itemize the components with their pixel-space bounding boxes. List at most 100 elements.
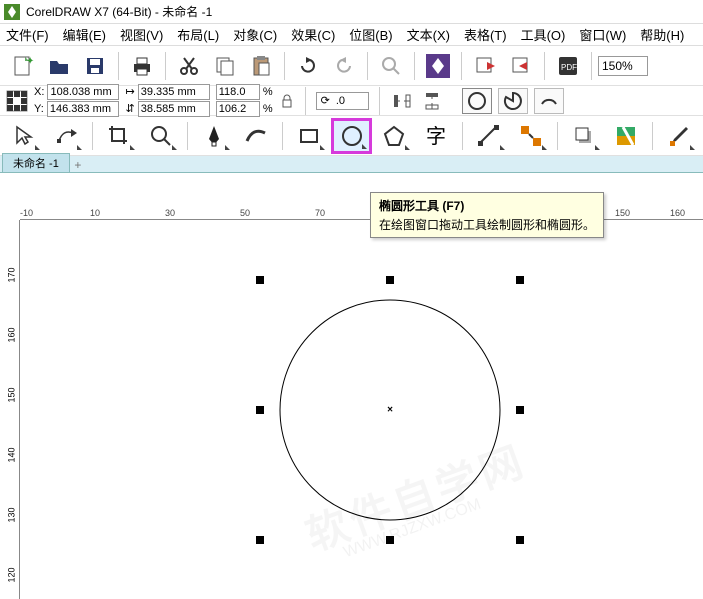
separator [284,52,285,80]
copy-button[interactable] [208,50,242,82]
position-anchor-icon[interactable] [6,90,28,112]
scale-y-input[interactable] [216,101,260,117]
launch-button[interactable] [421,50,455,82]
separator [414,52,415,80]
handle-w[interactable] [256,406,264,414]
lock-aspect-icon[interactable] [279,93,295,109]
transparency-tool[interactable] [606,118,646,154]
svg-text:PDF: PDF [561,63,577,72]
tooltip: 椭圆形工具 (F7) 在绘图窗口拖动工具绘制圆形和椭圆形。 [370,192,604,238]
save-button[interactable] [78,50,112,82]
menu-bar: 文件(F) 编辑(E) 视图(V) 布局(L) 对象(C) 效果(C) 位图(B… [0,24,703,46]
svg-text:字: 字 [426,125,446,148]
export-button[interactable] [504,50,538,82]
doc-tab[interactable]: 未命名 -1 [2,153,70,172]
menu-file[interactable]: 文件(F) [6,25,49,44]
canvas[interactable]: 软件自学网 WWW.RJZXW.COM × [20,220,703,599]
x-label: X: [34,86,44,98]
rotation-input[interactable] [334,93,364,109]
toolbox: 字 [0,116,703,156]
menu-view[interactable]: 视图(V) [120,25,163,44]
scale-x-input[interactable] [216,84,260,100]
separator [187,122,188,150]
document-tabs: 未命名 -1 + [0,156,703,173]
handle-s[interactable] [386,536,394,544]
tooltip-title: 椭圆形工具 (F7) [379,197,595,214]
title-bar: CorelDRAW X7 (64-Bit) - 未命名 -1 [0,0,703,24]
rectangle-tool[interactable] [289,118,329,154]
menu-tool[interactable]: 工具(O) [521,25,566,44]
separator [92,122,93,150]
separator [118,52,119,80]
pie-mode-button[interactable] [498,88,528,114]
menu-window[interactable]: 窗口(W) [579,25,626,44]
dimension-tool[interactable] [469,118,509,154]
eyedropper-tool[interactable] [659,118,699,154]
separator [461,52,462,80]
print-button[interactable] [125,50,159,82]
menu-bitmap[interactable]: 位图(B) [349,25,392,44]
separator [462,122,463,150]
freehand-tool[interactable] [194,118,234,154]
new-doc-button[interactable]: ✦ [6,50,40,82]
pick-tool[interactable] [4,118,44,154]
search-button[interactable] [374,50,408,82]
handle-e[interactable] [516,406,524,414]
handle-nw[interactable] [256,276,264,284]
menu-effect[interactable]: 效果(C) [291,25,335,44]
y-label: Y: [34,103,44,115]
menu-layout[interactable]: 布局(L) [177,25,219,44]
handle-sw[interactable] [256,536,264,544]
svg-text:✦: ✦ [26,56,34,67]
menu-help[interactable]: 帮助(H) [640,25,684,44]
import-button[interactable] [468,50,502,82]
redo-button[interactable] [327,50,361,82]
menu-text[interactable]: 文本(X) [407,25,450,44]
menu-edit[interactable]: 编辑(E) [63,25,106,44]
pdf-button[interactable]: PDF [551,50,585,82]
new-tab-button[interactable]: + [70,158,86,172]
ellipse-mode-button[interactable] [462,88,492,114]
rotate-icon: ⟳ [321,94,330,107]
polygon-tool[interactable] [374,118,414,154]
y-input[interactable] [47,101,119,117]
connector-tool[interactable] [511,118,551,154]
handle-ne[interactable] [516,276,524,284]
rotation-field[interactable]: ⟳ [316,92,369,110]
arc-mode-button[interactable] [534,88,564,114]
selected-ellipse[interactable]: × [260,280,520,540]
zoom-tool[interactable] [141,118,181,154]
handle-n[interactable] [386,276,394,284]
tooltip-body: 在绘图窗口拖动工具绘制圆形和椭圆形。 [379,216,595,233]
crop-tool[interactable] [99,118,139,154]
separator [305,87,306,115]
drop-shadow-tool[interactable] [564,118,604,154]
paste-button[interactable] [244,50,278,82]
mirror-v-icon[interactable] [420,89,444,113]
standard-toolbar: ✦ PDF [0,46,703,86]
x-input[interactable] [47,84,119,100]
center-mark: × [387,405,393,416]
size-w-icon: ↦ [125,86,134,98]
width-input[interactable] [138,84,210,100]
menu-table[interactable]: 表格(T) [464,25,507,44]
separator [282,122,283,150]
cut-button[interactable] [172,50,206,82]
window-title: CorelDRAW X7 (64-Bit) - 未命名 -1 [26,3,212,20]
height-input[interactable] [138,101,210,117]
size-h-icon: ⇵ [125,103,134,115]
ruler-vertical[interactable]: 120 130 140 150 160 170 [6,220,20,599]
shape-tool[interactable] [46,118,86,154]
ellipse-tool[interactable] [331,118,371,154]
handle-se[interactable] [516,536,524,544]
app-logo-icon [4,4,20,20]
mirror-h-icon[interactable] [390,89,414,113]
open-button[interactable] [42,50,76,82]
separator [652,122,653,150]
menu-object[interactable]: 对象(C) [233,25,277,44]
text-tool[interactable]: 字 [416,118,456,154]
separator [367,52,368,80]
artistic-media-tool[interactable] [236,118,276,154]
zoom-input[interactable] [598,56,648,76]
undo-button[interactable] [291,50,325,82]
